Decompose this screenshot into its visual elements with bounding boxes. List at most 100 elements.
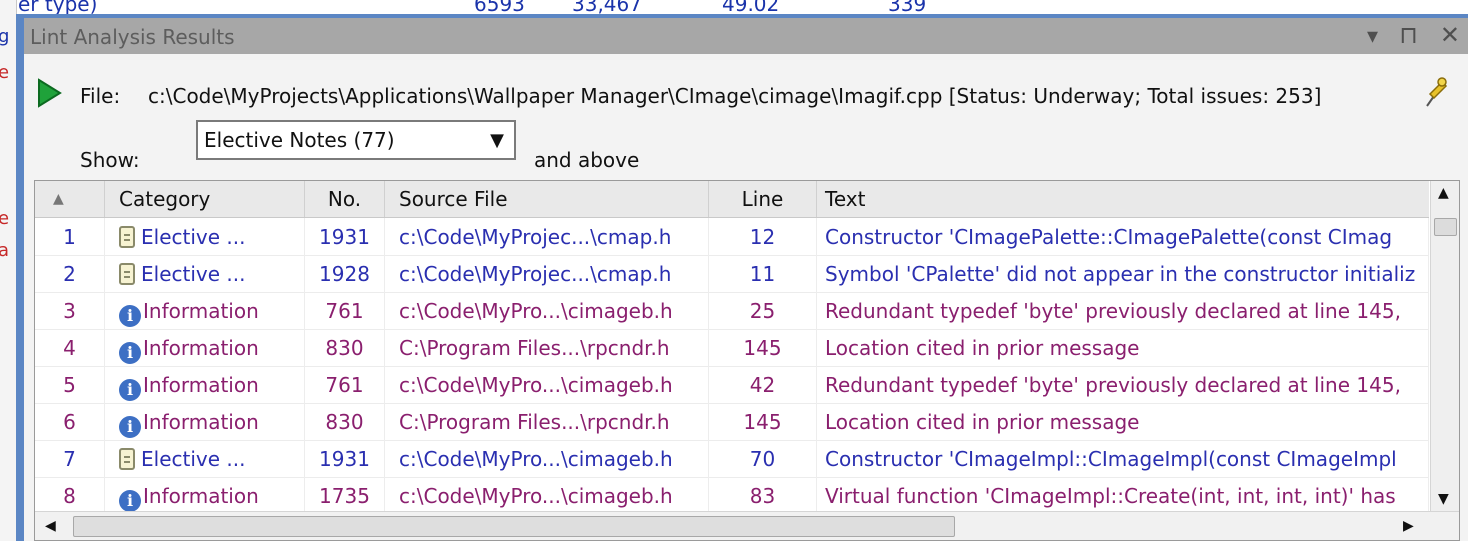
- horizontal-scrollbar[interactable]: ◀ ▶: [35, 511, 1459, 540]
- title-bar[interactable]: Lint Analysis Results ▾ ⊓ ✕: [24, 18, 1468, 54]
- row-text: Constructor 'CImagePalette::CImagePalett…: [817, 218, 1429, 255]
- vertical-scroll-thumb[interactable]: [1434, 218, 1457, 236]
- file-label: File:: [80, 84, 121, 108]
- row-source-file: c:\Code\MyPro...\cimageb.h: [385, 292, 709, 329]
- row-line: 145: [709, 403, 817, 440]
- row-line: 25: [709, 292, 817, 329]
- row-source-file: C:\Program Files...\rpcndr.h: [385, 403, 709, 440]
- bg-fragment: g: [0, 26, 10, 47]
- bg-fragment: e: [0, 208, 10, 229]
- table-row[interactable]: 5 i Information 761 c:\Code\MyPro...\cimageb…: [35, 366, 1429, 404]
- row-source-file: C:\Program Files...\rpcndr.h: [385, 329, 709, 366]
- row-text: Symbol 'CPalette' did not appear in the …: [817, 255, 1429, 292]
- row-category: i Information: [105, 477, 305, 514]
- category-label: Information: [143, 410, 259, 434]
- row-line: 12: [709, 218, 817, 255]
- bg-fragment: a: [0, 240, 10, 261]
- row-index: 7: [35, 440, 105, 477]
- column-header-index[interactable]: ▲: [35, 181, 105, 217]
- row-source-file: c:\Code\MyPro...\cimageb.h: [385, 366, 709, 403]
- results-grid: ▲ Category No. Source File Line Text 1 El…: [34, 180, 1460, 541]
- row-category: i Information: [105, 292, 305, 329]
- row-category: Elective ...: [105, 440, 305, 477]
- chevron-down-icon: ▼: [490, 130, 504, 151]
- table-row[interactable]: 1 Elective ... 1931 c:\Code\MyProjec...\cma…: [35, 218, 1429, 256]
- row-category: i Information: [105, 403, 305, 440]
- panel-content: File: c:\Code\MyProjects\Applications\Wa…: [24, 54, 1468, 541]
- note-icon: [119, 448, 135, 470]
- show-label: Show:: [80, 148, 140, 172]
- row-category: Elective ...: [105, 218, 305, 255]
- vertical-scrollbar[interactable]: ▲ ▼: [1430, 181, 1459, 512]
- severity-filter-select[interactable]: Elective Notes (77) ▼: [196, 120, 516, 160]
- row-source-file: c:\Code\MyPro...\cimageb.h: [385, 440, 709, 477]
- table-row[interactable]: 7 Elective ... 1931 c:\Code\MyPro...\cimage…: [35, 440, 1429, 478]
- row-category: i Information: [105, 329, 305, 366]
- scroll-up-icon[interactable]: ▲: [1438, 185, 1449, 201]
- column-header-category[interactable]: Category: [105, 181, 305, 217]
- row-text: Redundant typedef 'byte' previously decl…: [817, 292, 1429, 329]
- scroll-left-icon[interactable]: ◀: [45, 518, 56, 534]
- category-label: Elective ...: [141, 447, 246, 471]
- column-header-text[interactable]: Text: [817, 181, 1429, 217]
- background-window-strip: er type) 6593 33,467 49.02 339: [0, 0, 1468, 16]
- filter-suffix: and above: [534, 148, 640, 172]
- scroll-right-icon[interactable]: ▶: [1403, 518, 1414, 534]
- column-header-number[interactable]: No.: [305, 181, 385, 217]
- pin-window-button[interactable]: ⊓: [1399, 21, 1418, 49]
- severity-filter-value: Elective Notes (77): [204, 128, 395, 152]
- category-label: Elective ...: [141, 262, 246, 286]
- row-line: 145: [709, 329, 817, 366]
- scroll-down-icon[interactable]: ▼: [1438, 491, 1449, 507]
- row-text: Location cited in prior message: [817, 403, 1429, 440]
- row-index: 2: [35, 255, 105, 292]
- row-line: 83: [709, 477, 817, 514]
- file-path: c:\Code\MyProjects\Applications\Wallpape…: [148, 84, 1322, 108]
- close-button[interactable]: ✕: [1440, 21, 1460, 49]
- category-label: Elective ...: [141, 225, 246, 249]
- note-icon: [119, 263, 135, 285]
- category-label: Information: [143, 373, 259, 397]
- row-index: 5: [35, 366, 105, 403]
- horizontal-scroll-thumb[interactable]: [73, 516, 955, 537]
- column-header-line[interactable]: Line: [709, 181, 817, 217]
- bg-fragment: e: [0, 62, 10, 83]
- category-label: Information: [143, 299, 259, 323]
- row-text: Location cited in prior message: [817, 329, 1429, 366]
- row-text: Constructor 'CImageImpl::CImageImpl(cons…: [817, 440, 1429, 477]
- row-source-file: c:\Code\MyPro...\cimageb.h: [385, 477, 709, 514]
- info-icon: i: [119, 305, 141, 327]
- info-icon: i: [119, 490, 141, 512]
- category-label: Information: [143, 336, 259, 360]
- row-number: 1931: [305, 218, 385, 255]
- grid-header: ▲ Category No. Source File Line Text: [35, 181, 1429, 218]
- row-number: 1735: [305, 477, 385, 514]
- table-row[interactable]: 2 Elective ... 1928 c:\Code\MyProjec...\cma…: [35, 255, 1429, 293]
- row-number: 830: [305, 403, 385, 440]
- row-source-file: c:\Code\MyProjec...\cmap.h: [385, 218, 709, 255]
- window-menu-button[interactable]: ▾: [1367, 24, 1378, 49]
- column-header-source-file[interactable]: Source File: [385, 181, 709, 217]
- table-row[interactable]: 8 i Information 1735 c:\Code\MyPro...\cimage…: [35, 477, 1429, 515]
- category-label: Information: [143, 484, 259, 508]
- row-index: 8: [35, 477, 105, 514]
- info-icon: i: [119, 379, 141, 401]
- row-number: 761: [305, 366, 385, 403]
- sort-ascending-icon: ▲: [53, 191, 64, 207]
- row-number: 1931: [305, 440, 385, 477]
- background-window-left: g e e a: [0, 0, 17, 541]
- pushpin-icon[interactable]: [1420, 76, 1448, 114]
- lint-results-window: Lint Analysis Results ▾ ⊓ ✕ File: c:\Cod…: [16, 14, 1468, 541]
- row-line: 11: [709, 255, 817, 292]
- row-index: 4: [35, 329, 105, 366]
- row-index: 3: [35, 292, 105, 329]
- row-text: Redundant typedef 'byte' previously decl…: [817, 366, 1429, 403]
- row-number: 830: [305, 329, 385, 366]
- table-row[interactable]: 3 i Information 761 c:\Code\MyPro...\cimageb…: [35, 292, 1429, 330]
- table-row[interactable]: 6 i Information 830 C:\Program Files...\rpcn…: [35, 403, 1429, 441]
- table-row[interactable]: 4 i Information 830 C:\Program Files...\rpcn…: [35, 329, 1429, 367]
- info-icon: i: [119, 342, 141, 364]
- row-index: 6: [35, 403, 105, 440]
- note-icon: [119, 226, 135, 248]
- row-number: 761: [305, 292, 385, 329]
